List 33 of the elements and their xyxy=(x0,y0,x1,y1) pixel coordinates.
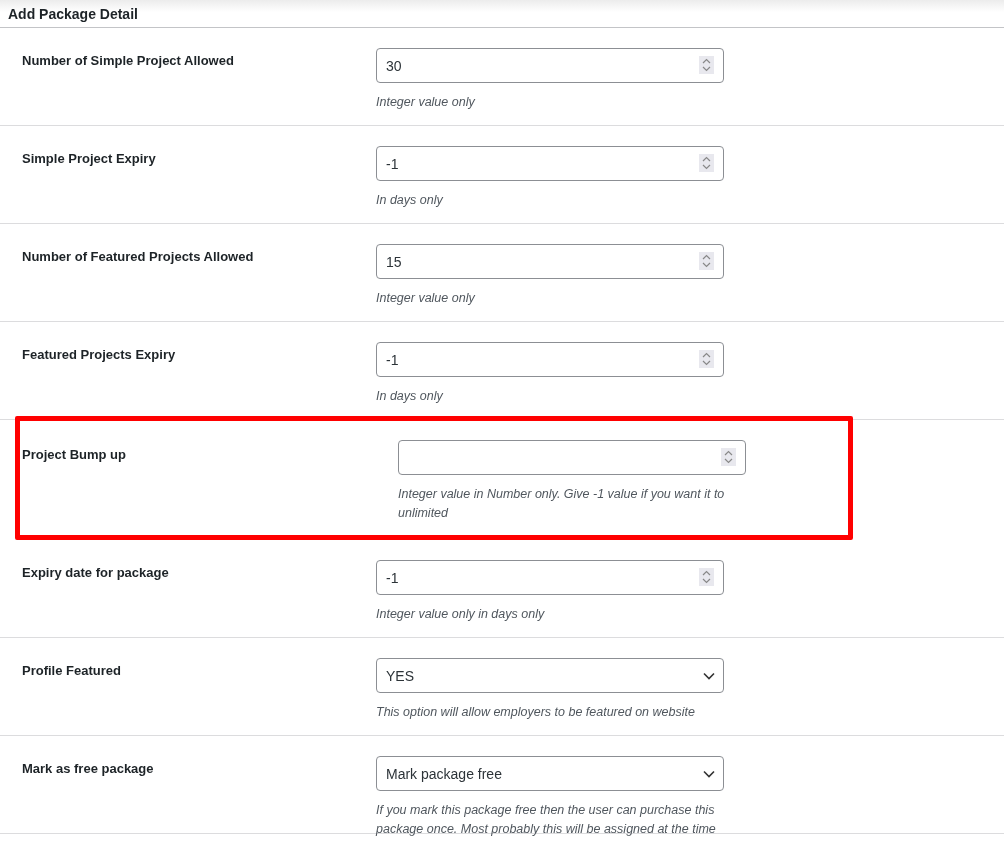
field-description: Integer value only xyxy=(376,290,476,307)
field-description: Integer value only xyxy=(376,94,476,111)
field-label: Number of Simple Project Allowed xyxy=(21,52,235,70)
number-field[interactable]: -1 xyxy=(376,342,724,377)
field-description: This option will allow employers to be featured on website xyxy=(376,704,696,721)
field-description: If you mark this package free then the user can purchase this package once. Most probably this will be assigned at the time xyxy=(376,802,717,838)
number-field[interactable]: -1 xyxy=(376,560,724,595)
number-field[interactable]: -1 xyxy=(376,146,724,181)
dropdown[interactable]: Mark package free xyxy=(376,756,724,791)
field-label: Mark as free package xyxy=(21,760,155,778)
number-field[interactable]: 30 xyxy=(376,48,724,83)
field-label: Featured Projects Expiry xyxy=(21,346,177,364)
spinner-icon[interactable] xyxy=(699,56,714,74)
dropdown[interactable]: YES xyxy=(376,658,724,693)
chevron-down-icon xyxy=(703,671,715,680)
number-field[interactable]: 15 xyxy=(376,244,724,279)
field-label: Number of Featured Projects Allowed xyxy=(21,248,255,266)
field-label: Profile Featured xyxy=(21,662,122,680)
chevron-down-icon xyxy=(703,769,715,778)
field-description: In days only xyxy=(376,388,444,405)
number-field[interactable] xyxy=(398,440,746,475)
spinner-icon[interactable] xyxy=(699,154,714,172)
spinner-icon[interactable] xyxy=(721,448,736,466)
panel-title: Add Package Detail xyxy=(8,5,138,22)
spinner-icon[interactable] xyxy=(699,568,714,586)
field-label: Simple Project Expiry xyxy=(21,150,157,168)
field-label: Expiry date for package xyxy=(21,564,170,582)
field-description: In days only xyxy=(376,192,444,209)
field-label: Project Bump up xyxy=(21,446,127,464)
spinner-icon[interactable] xyxy=(699,350,714,368)
field-description: Integer value only in days only xyxy=(376,606,546,623)
spinner-icon[interactable] xyxy=(699,252,714,270)
field-description: Integer value in Number only. Give -1 value if you want it to unlimited xyxy=(398,486,726,522)
